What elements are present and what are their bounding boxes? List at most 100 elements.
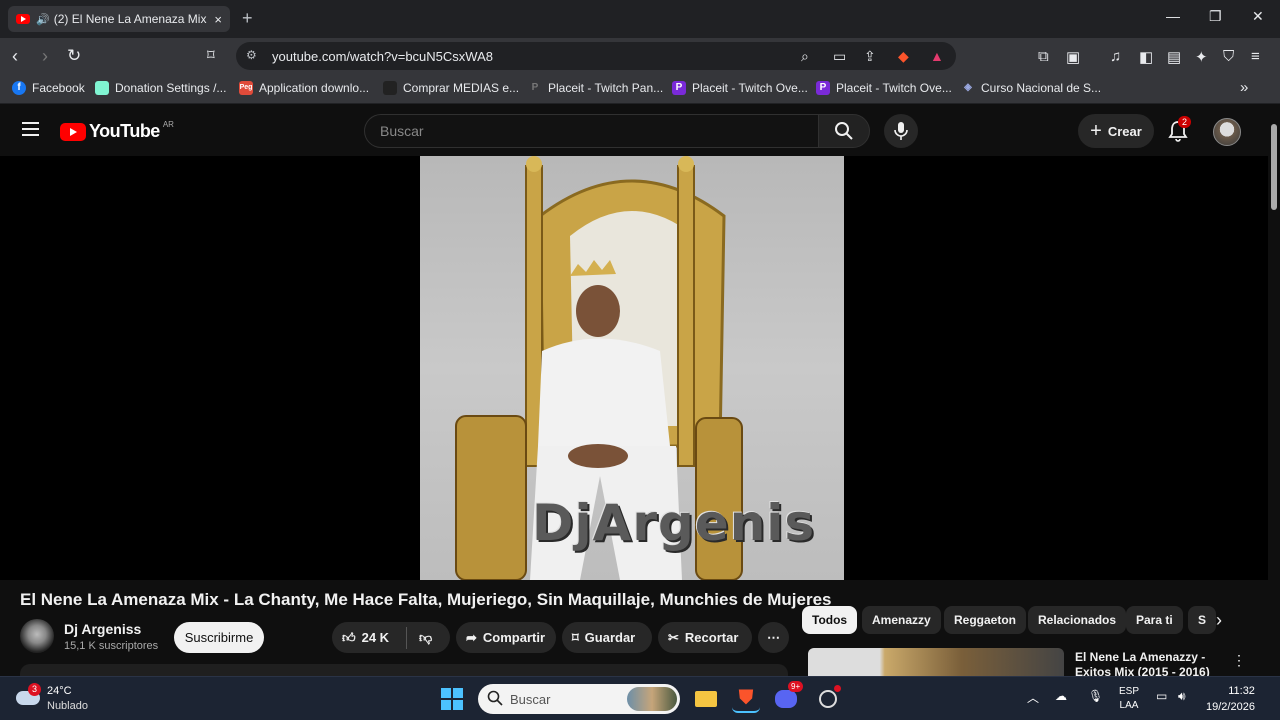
chip-more[interactable]: S xyxy=(1188,606,1217,634)
youtube-play-icon xyxy=(60,122,86,141)
recommended-video[interactable]: El Nene La Amenazzy - Exitos Mix (2015 -… xyxy=(808,648,1268,676)
channel-avatar[interactable] xyxy=(20,619,54,653)
bookmark-item[interactable]: Comprar MEDIAS e... xyxy=(383,81,519,95)
menu-icon[interactable]: ≡ xyxy=(1251,48,1260,65)
notification-count-badge: 2 xyxy=(1178,116,1192,128)
chip-relacionados[interactable]: Relacionados xyxy=(1028,606,1127,634)
description-box[interactable] xyxy=(20,664,788,676)
address-bar[interactable]: ⚙ youtube.com/watch?v=bcuN5CsxWA8 ⌕ ▭ ⇪ … xyxy=(236,42,956,70)
minimize-button[interactable]: — xyxy=(1166,8,1180,24)
site-settings-icon[interactable]: ⚙ xyxy=(246,48,257,62)
volume-icon[interactable]: 🔊︎ xyxy=(1178,689,1186,704)
maximize-button[interactable]: ❐ xyxy=(1209,8,1222,25)
video-player[interactable]: DjArgenis xyxy=(0,156,1268,580)
brave-rewards-icon[interactable]: ▲ xyxy=(930,48,944,64)
save-button[interactable]: ⌑ Guardar xyxy=(562,622,652,653)
more-dots-icon: ⋯ xyxy=(767,629,780,645)
search-button[interactable] xyxy=(818,114,870,148)
notifications-button[interactable]: 2 xyxy=(1168,116,1192,147)
forward-icon[interactable]: › xyxy=(42,46,48,66)
more-actions-button[interactable]: ⋯ xyxy=(758,622,789,653)
microphone-tray-icon[interactable]: 🎙︎ xyxy=(1088,689,1103,703)
brave-browser-icon[interactable]: ⛊ xyxy=(732,685,760,713)
like-button[interactable]: 👍︎ 24 K xyxy=(332,630,406,646)
brave-shields-icon[interactable]: ◆ xyxy=(898,48,909,65)
leo-ai-icon[interactable]: ✦ xyxy=(1195,48,1208,66)
bookmark-item[interactable]: P Placeit - Twitch Pan... xyxy=(528,81,663,95)
reload-icon[interactable]: ↻ xyxy=(67,46,81,66)
onedrive-icon[interactable]: ☁ xyxy=(1055,689,1067,703)
system-clock[interactable]: 11:32 19/2/2026 xyxy=(1206,683,1255,715)
zoom-icon[interactable]: ⌕ xyxy=(801,48,809,65)
bookmark-item[interactable]: P Placeit - Twitch Ove... xyxy=(672,81,808,95)
chip-reggaeton[interactable]: Reggaeton xyxy=(944,606,1027,634)
share-button[interactable]: ➦ Compartir xyxy=(456,622,556,653)
reader-mode-icon[interactable]: ▣ xyxy=(1066,48,1080,66)
video-frame: DjArgenis xyxy=(420,156,844,580)
windows-taskbar: 3 24°C Nublado Buscar ⛊ 9+ ︿ ☁ 🎙︎ ESP LA… xyxy=(0,676,1280,720)
tab-close-icon[interactable]: × xyxy=(214,12,222,27)
file-explorer-icon[interactable] xyxy=(692,685,720,713)
video-watermark: DjArgenis xyxy=(532,494,816,552)
start-button[interactable] xyxy=(441,688,463,710)
search-input[interactable]: Buscar xyxy=(364,114,818,148)
chip-todos[interactable]: Todos xyxy=(802,606,858,634)
placeit-p-icon: P xyxy=(816,81,830,95)
streamlabs-icon xyxy=(95,81,109,95)
browser-tab-bar: 🔊 (2) El Nene La Amenaza Mix - × + — ❐ ✕ xyxy=(0,0,1280,38)
guide-menu-icon[interactable] xyxy=(22,122,39,140)
bookmark-item[interactable]: ◈ Curso Nacional de S... xyxy=(961,81,1101,95)
clip-button[interactable]: ✂ Recortar xyxy=(658,622,752,653)
scissors-icon: ✂ xyxy=(668,629,679,645)
more-vert-icon[interactable]: ⋮ xyxy=(1232,652,1246,669)
chevron-right-icon[interactable]: › xyxy=(1216,610,1222,631)
subscriber-count: 15,1 K suscriptores xyxy=(64,640,159,652)
show-hidden-icons[interactable]: ︿ xyxy=(1027,689,1039,706)
weather-widget[interactable]: 3 24°C Nublado xyxy=(16,683,136,715)
bookmark-item[interactable]: Donation Settings /... xyxy=(95,81,226,95)
video-title: El Nene La Amenaza Mix - La Chanty, Me H… xyxy=(20,590,832,609)
channel-name[interactable]: Dj Argeniss xyxy=(64,621,141,637)
discord-icon[interactable]: 9+ xyxy=(772,681,804,713)
sidebar-icon[interactable]: ◧ xyxy=(1139,48,1153,66)
chip-amenazzy[interactable]: Amenazzy xyxy=(862,606,941,634)
bookmark-save-icon: ⌑ xyxy=(572,629,579,645)
scrollbar-thumb[interactable] xyxy=(1271,124,1277,210)
recommendation-chips: Todos Amenazzy Reggaeton Relacionados Pa… xyxy=(802,606,1242,634)
bookmark-icon[interactable]: ⌑ xyxy=(207,46,215,66)
new-tab-button[interactable]: + xyxy=(242,8,253,29)
network-icon[interactable]: ▭ xyxy=(1156,689,1167,703)
language-indicator[interactable]: ESP LAA xyxy=(1119,685,1139,713)
recommended-thumbnail[interactable] xyxy=(808,648,1064,676)
recommended-title[interactable]: El Nene La Amenazzy - Exitos Mix (2015 -… xyxy=(1075,650,1215,676)
speaker-icon[interactable]: 🔊 xyxy=(36,13,50,26)
vpn-shield-icon[interactable]: ⛉ xyxy=(1223,48,1234,65)
browser-toolbar: ‹ › ↻ ⌑ ⚙ youtube.com/watch?v=bcuN5CsxWA… xyxy=(0,38,1280,74)
subscribe-button[interactable]: Suscribirme xyxy=(174,622,264,653)
share-icon[interactable]: ⇪ xyxy=(864,48,876,65)
create-button[interactable]: + Crear xyxy=(1078,114,1154,148)
search-icon xyxy=(835,122,853,140)
account-avatar[interactable] xyxy=(1213,118,1241,146)
bookmark-item[interactable]: P Placeit - Twitch Ove... xyxy=(816,81,952,95)
browser-tab[interactable]: 🔊 (2) El Nene La Amenaza Mix - × xyxy=(8,6,230,32)
wallet-icon[interactable]: ▤ xyxy=(1167,48,1181,66)
taskbar-search[interactable]: Buscar xyxy=(478,684,680,714)
search-icon xyxy=(487,690,503,706)
voice-search-button[interactable] xyxy=(884,114,918,148)
install-app-icon[interactable]: ▭ xyxy=(833,48,846,65)
bookmark-item[interactable]: f Facebook xyxy=(12,81,85,95)
temperature: 24°C xyxy=(47,685,72,697)
bookmarks-overflow-icon[interactable]: » xyxy=(1240,79,1248,96)
bookmark-item[interactable]: Peg Application downlo... xyxy=(239,81,369,95)
media-icon[interactable]: ♫ xyxy=(1110,48,1121,65)
page-scrollbar[interactable] xyxy=(1268,104,1280,676)
back-icon[interactable]: ‹ xyxy=(12,46,18,66)
close-window-button[interactable]: ✕ xyxy=(1252,8,1264,25)
weather-badge: 3 xyxy=(28,683,41,696)
extensions-icon[interactable]: ⧉ xyxy=(1038,48,1049,65)
dislike-button[interactable]: 👎︎ xyxy=(407,630,432,646)
chip-para-ti[interactable]: Para ti xyxy=(1126,606,1183,634)
youtube-logo[interactable]: YouTube AR xyxy=(60,120,174,142)
app-icon[interactable] xyxy=(814,685,842,713)
